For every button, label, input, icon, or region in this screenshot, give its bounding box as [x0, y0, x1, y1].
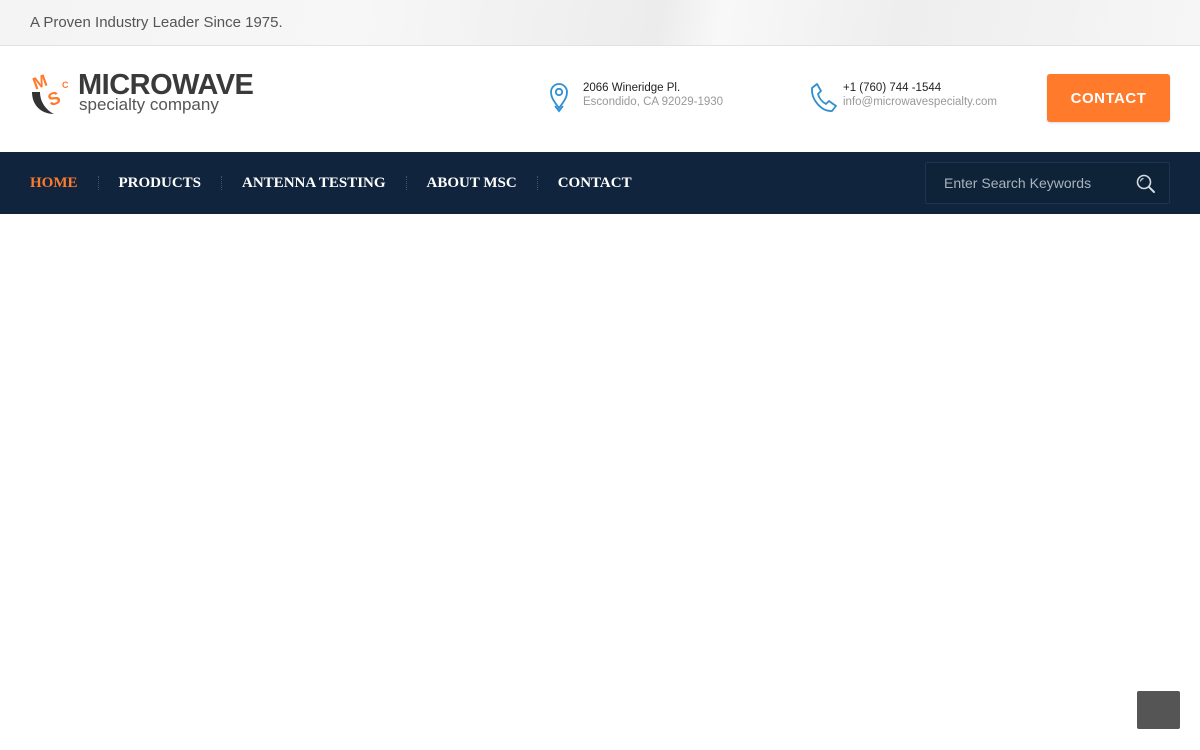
nav-item-contact: CONTACT [558, 175, 632, 192]
logo[interactable]: M S C MICROWAVE specialty company [30, 70, 260, 118]
search-box [925, 162, 1170, 204]
nav-divider [405, 176, 407, 190]
svg-text:C: C [62, 80, 69, 90]
nav-link-products[interactable]: PRODUCTS [119, 175, 202, 192]
nav-item-products: PRODUCTS [119, 175, 243, 192]
nav-item-home: HOME [30, 175, 119, 192]
nav-item-about: ABOUT MSC [427, 175, 558, 192]
main-navigation: HOME PRODUCTS ANTENNA TESTING ABOUT MSC … [0, 152, 1200, 214]
tagline: A Proven Industry Leader Since 1975. [30, 14, 283, 31]
site-header: M S C MICROWAVE specialty company 2066 W… [0, 46, 1200, 152]
nav-link-home[interactable]: HOME [30, 175, 78, 192]
search-button[interactable] [1134, 173, 1158, 195]
nav-menu: HOME PRODUCTS ANTENNA TESTING ABOUT MSC … [30, 152, 632, 214]
logo-subtitle: specialty company [79, 95, 219, 114]
nav-link-about[interactable]: ABOUT MSC [427, 175, 517, 192]
search-icon [1136, 174, 1155, 193]
search-input[interactable] [926, 163, 1126, 203]
main-content [0, 214, 1200, 750]
nav-divider [536, 176, 538, 190]
phone-number[interactable]: +1 (760) 744 -1544 [843, 82, 941, 94]
address-line-2: Escondido, CA 92029-1930 [583, 96, 724, 108]
nav-divider [97, 176, 99, 190]
phone-icon [811, 83, 837, 112]
address-line-1: 2066 Wineridge Pl. [583, 82, 681, 94]
email-address[interactable]: info@microwavespecialty.com [843, 96, 997, 108]
svg-text:S: S [45, 87, 63, 110]
address-info: 2066 Wineridge Pl. Escondido, CA 92029-1… [548, 82, 748, 116]
top-bar: A Proven Industry Leader Since 1975. [0, 0, 1200, 46]
nav-link-antenna-testing[interactable]: ANTENNA TESTING [242, 175, 386, 192]
nav-divider [221, 176, 223, 190]
phone-info: +1 (760) 744 -1544 info@microwavespecial… [808, 82, 1018, 116]
logo-mark-icon: M S C [30, 71, 69, 114]
nav-link-contact[interactable]: CONTACT [558, 175, 632, 192]
contact-button[interactable]: CONTACT [1047, 74, 1170, 122]
nav-item-antenna-testing: ANTENNA TESTING [242, 175, 427, 192]
map-pin-icon [550, 83, 568, 113]
scroll-to-top-button[interactable] [1137, 691, 1180, 729]
